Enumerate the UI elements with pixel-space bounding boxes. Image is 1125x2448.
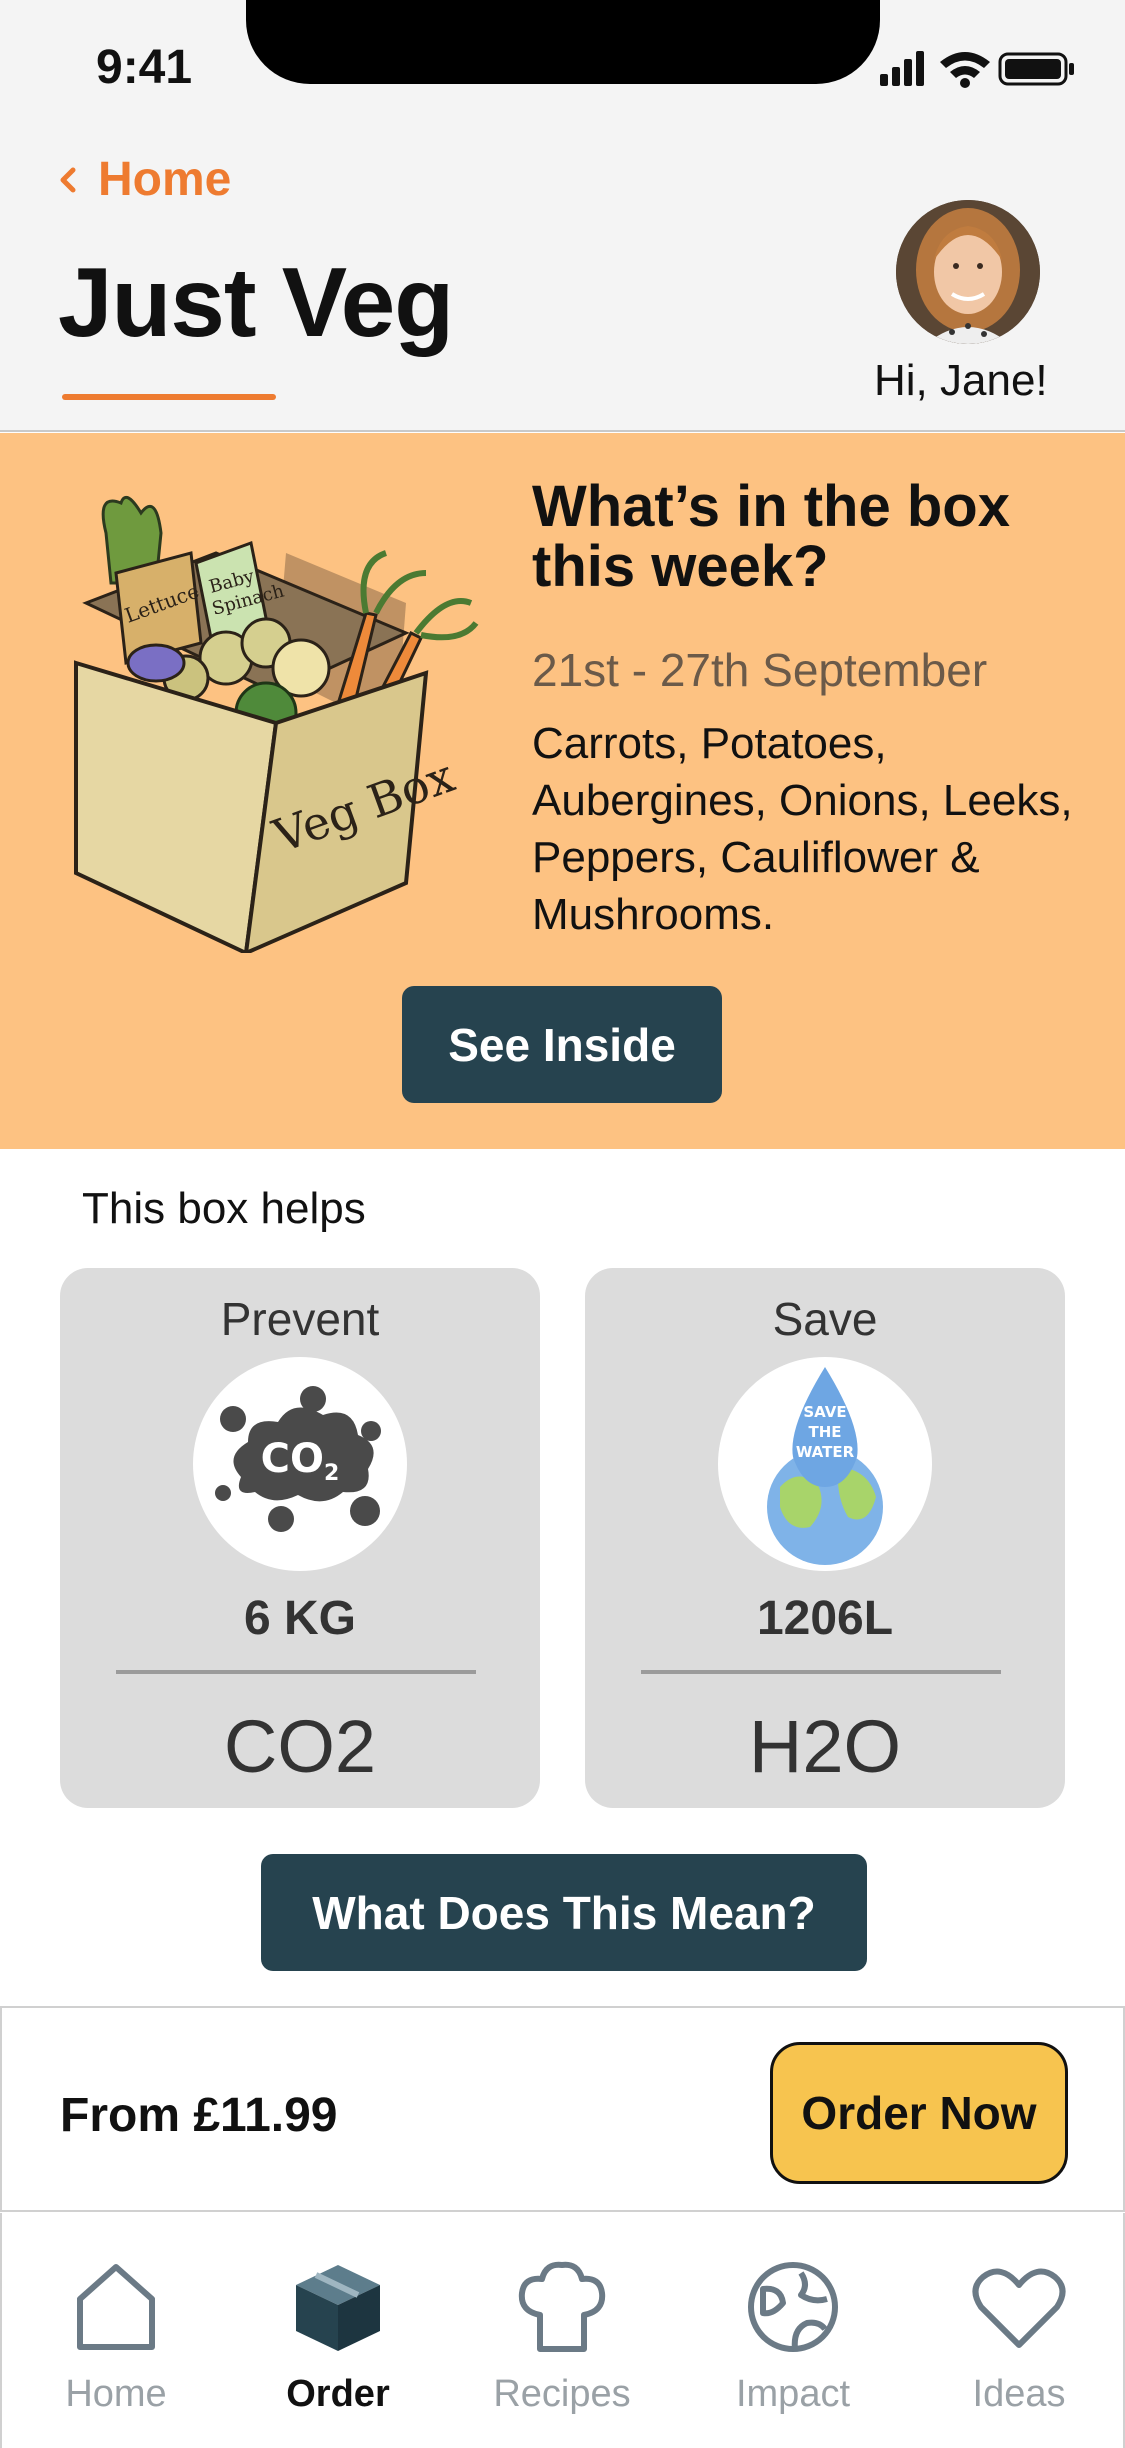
- card-divider: [116, 1670, 476, 1674]
- avatar[interactable]: [896, 200, 1040, 344]
- tab-label: Home: [65, 2373, 167, 2415]
- tab-impact[interactable]: Impact: [693, 2259, 893, 2416]
- back-label: Home: [98, 153, 232, 206]
- status-time: 9:41: [96, 41, 193, 94]
- card-icon-circle: CO2: [193, 1357, 407, 1571]
- card-title: Prevent: [220, 1293, 380, 1345]
- card-unit: CO2: [223, 1705, 377, 1788]
- title-underline: [62, 394, 276, 400]
- see-inside-button[interactable]: See Inside: [402, 986, 722, 1103]
- chef-hat-icon: [518, 2261, 606, 2352]
- card-amount: 1206L: [756, 1592, 894, 1645]
- tab-bar: Home Order Recipes Impact Ideas: [0, 2213, 1125, 2448]
- card-amount: 6 KG: [243, 1592, 357, 1645]
- greeting: Hi, Jane!: [874, 356, 1048, 405]
- helps-heading: This box helps: [82, 1184, 366, 1233]
- tab-ideas[interactable]: Ideas: [919, 2259, 1119, 2416]
- home-icon: [77, 2264, 155, 2350]
- veg-box-illustration: Baby Spinach Lettuce Veg Box: [74, 495, 479, 953]
- globe-icon: [748, 2262, 838, 2352]
- tab-home[interactable]: Home: [16, 2259, 216, 2416]
- wifi-icon: [940, 52, 990, 88]
- header: 9:41 Home Just Veg Hi, Jane!: [0, 0, 1125, 432]
- tab-label: Recipes: [493, 2373, 631, 2415]
- banner-dates: 21st - 27th September: [532, 644, 988, 696]
- back-button[interactable]: Home: [58, 152, 231, 207]
- co2-cloud-icon: CO2: [215, 1386, 381, 1532]
- box-icon: [296, 2265, 380, 2351]
- tab-recipes[interactable]: Recipes: [462, 2259, 662, 2416]
- svg-text:WATER: WATER: [796, 1443, 855, 1461]
- svg-text:THE: THE: [808, 1423, 841, 1441]
- impact-card-co2[interactable]: Prevent CO2 6 KG CO2: [60, 1268, 540, 1808]
- water-icon-text: SAVE: [803, 1403, 846, 1421]
- banner-title: What’s in the box this week?: [532, 474, 1010, 599]
- impact-card-h2o[interactable]: Save SAVE THE WATER 1206L H2O: [585, 1268, 1065, 1808]
- device-notch: [246, 0, 880, 84]
- weekly-box-banner: Baby Spinach Lettuce Veg Box What’s in t…: [0, 433, 1125, 1149]
- what-does-this-mean-button[interactable]: What Does This Mean?: [261, 1854, 867, 1971]
- tab-label: Order: [286, 2373, 390, 2415]
- card-divider: [641, 1670, 1001, 1674]
- card-title: Save: [772, 1293, 878, 1345]
- status-icons: [880, 51, 1074, 88]
- signal-icon: [880, 51, 924, 86]
- card-icon-circle: SAVE THE WATER: [718, 1357, 932, 1571]
- page-title: Just Veg: [58, 247, 454, 357]
- tab-label: Impact: [735, 2373, 851, 2415]
- chevron-left-icon: [60, 167, 76, 192]
- price-label: From £11.99: [60, 2089, 338, 2142]
- avatar-photo: [896, 200, 1040, 344]
- order-now-button[interactable]: Order Now: [770, 2042, 1068, 2184]
- order-bar: From £11.99 Order Now: [0, 2006, 1125, 2212]
- battery-icon: [998, 52, 1074, 86]
- water-drop-earth-icon: SAVE THE WATER: [767, 1367, 883, 1565]
- tab-order[interactable]: Order: [238, 2259, 438, 2416]
- card-unit: H2O: [748, 1705, 902, 1788]
- heart-icon: [972, 2268, 1066, 2348]
- banner-items: Carrots, Potatoes, Aubergines, Onions, L…: [532, 719, 1073, 939]
- tab-label: Ideas: [972, 2373, 1066, 2415]
